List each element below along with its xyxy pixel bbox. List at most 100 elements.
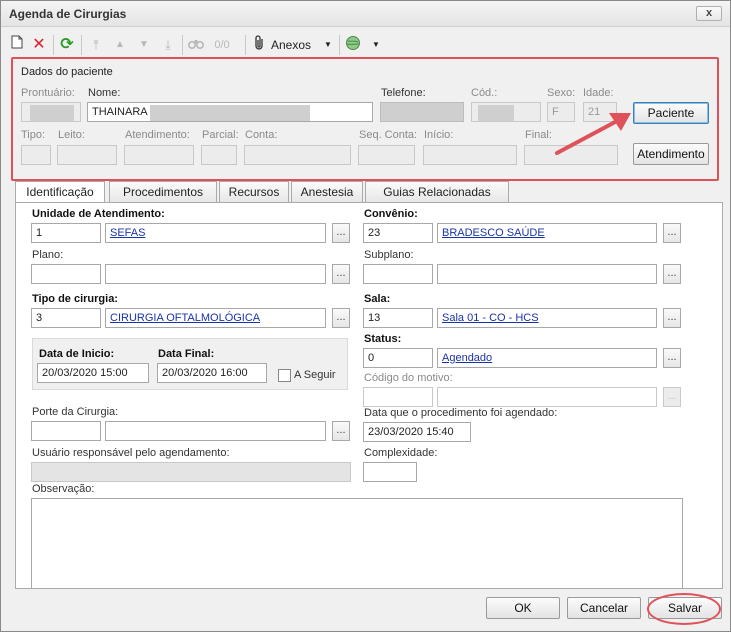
label-convenio: Convênio:	[364, 208, 418, 220]
unidade-name-link[interactable]: SEFAS	[110, 227, 145, 239]
atendimento-field[interactable]	[124, 145, 194, 165]
label-final: Final:	[525, 129, 552, 141]
label-complexidade: Complexidade:	[364, 447, 438, 459]
paciente-button[interactable]: Paciente	[633, 102, 709, 124]
nome-field[interactable]: THAINARA	[87, 102, 373, 122]
tipo-cirurgia-name-link[interactable]: CIRURGIA OFTALMOLÓGICA	[110, 312, 260, 324]
label-codigo-motivo: Código do motivo:	[364, 372, 453, 384]
dialog-window: Agenda de Cirurgias x ✕ ⟳ ⤒ ▲ ▼ ⤓ 0/0 An…	[0, 0, 731, 632]
a-seguir-checkbox[interactable]	[278, 369, 291, 382]
tab-recursos[interactable]: Recursos	[219, 181, 289, 203]
convenio-name-field[interactable]: BRADESCO SAÚDE	[437, 223, 657, 243]
atendimento-button[interactable]: Atendimento	[633, 143, 709, 165]
label-idade: Idade:	[583, 87, 614, 99]
toolbar-separator	[182, 35, 183, 55]
porte-code-field[interactable]	[31, 421, 101, 441]
label-plano: Plano:	[32, 249, 64, 261]
sala-name-link[interactable]: Sala 01 - CO - HCS	[442, 312, 539, 324]
close-button[interactable]: x	[696, 6, 722, 21]
prontuario-field[interactable]	[21, 102, 81, 122]
toolbar-separator	[53, 35, 54, 55]
paperclip-icon[interactable]	[251, 35, 269, 55]
chevron-down-icon[interactable]: ▼	[371, 35, 381, 55]
label-data-agendado: Data que o procedimento foi agendado:	[364, 407, 558, 419]
previous-record-icon[interactable]: ▲	[113, 35, 127, 55]
unidade-lookup-button[interactable]: ...	[332, 223, 350, 243]
tipo-cirurgia-code-field[interactable]: 3	[31, 308, 101, 328]
globe-icon[interactable]	[343, 35, 363, 55]
codigo-motivo-code-field[interactable]	[363, 387, 433, 407]
telefone-field[interactable]	[380, 102, 464, 122]
convenio-code-field[interactable]: 23	[363, 223, 433, 243]
label-sala: Sala:	[364, 293, 391, 305]
next-record-icon[interactable]: ▼	[137, 35, 151, 55]
nome-value: THAINARA	[92, 106, 148, 118]
cod-field[interactable]	[471, 102, 541, 122]
subplano-name-field[interactable]	[437, 264, 657, 284]
label-seq-conta: Seq. Conta:	[359, 129, 418, 141]
unidade-name-field[interactable]: SEFAS	[105, 223, 326, 243]
data-agendado-field[interactable]: 23/03/2020 15:40	[363, 422, 471, 442]
label-porte: Porte da Cirurgia:	[32, 406, 119, 418]
tab-guias-relacionadas[interactable]: Guias Relacionadas	[365, 181, 509, 203]
last-record-icon[interactable]: ⤓	[161, 35, 175, 55]
tab-identificacao[interactable]: Identificação	[15, 181, 105, 204]
unidade-code-field[interactable]: 1	[31, 223, 101, 243]
sala-lookup-button[interactable]: ...	[663, 308, 681, 328]
delete-icon[interactable]: ✕	[31, 35, 47, 55]
subplano-code-field[interactable]	[363, 264, 433, 284]
tab-anestesia[interactable]: Anestesia	[291, 181, 363, 203]
label-leito: Leito:	[58, 129, 85, 141]
plano-code-field[interactable]	[31, 264, 101, 284]
status-lookup-button[interactable]: ...	[663, 348, 681, 368]
subplano-lookup-button[interactable]: ...	[663, 264, 681, 284]
label-inicio: Início:	[424, 129, 454, 141]
binoculars-icon[interactable]	[187, 35, 205, 55]
convenio-lookup-button[interactable]: ...	[663, 223, 681, 243]
label-unidade: Unidade de Atendimento:	[32, 208, 165, 220]
ok-button[interactable]: OK	[486, 597, 560, 619]
plano-name-field[interactable]	[105, 264, 326, 284]
refresh-icon[interactable]: ⟳	[59, 35, 75, 55]
porte-lookup-button[interactable]: ...	[332, 421, 350, 441]
section-title-patient: Dados do paciente	[21, 66, 113, 78]
label-status: Status:	[364, 333, 402, 345]
label-subplano: Subplano:	[364, 249, 414, 261]
codigo-motivo-lookup-button[interactable]: ...	[663, 387, 681, 407]
status-name-link[interactable]: Agendado	[442, 352, 492, 364]
label-atendimento: Atendimento:	[125, 129, 190, 141]
chevron-down-icon[interactable]: ▼	[323, 35, 333, 55]
title-bar: Agenda de Cirurgias x	[1, 1, 730, 27]
status-code-field[interactable]: 0	[363, 348, 433, 368]
status-name-field[interactable]: Agendado	[437, 348, 657, 368]
tipo-cirurgia-name-field[interactable]: CIRURGIA OFTALMOLÓGICA	[105, 308, 326, 328]
first-record-icon[interactable]: ⤒	[89, 35, 103, 55]
tipo-field[interactable]	[21, 145, 51, 165]
data-inicio-field[interactable]: 20/03/2020 15:00	[37, 363, 149, 383]
attachments-button[interactable]: Anexos	[271, 35, 317, 55]
leito-field[interactable]	[57, 145, 117, 165]
label-data-final: Data Final:	[158, 348, 215, 360]
codigo-motivo-name-field[interactable]	[437, 387, 657, 407]
convenio-name-link[interactable]: BRADESCO SAÚDE	[442, 227, 545, 239]
label-data-inicio: Data de Inicio:	[39, 348, 115, 360]
cancelar-button[interactable]: Cancelar	[567, 597, 641, 619]
inicio-field[interactable]	[423, 145, 517, 165]
observacao-textarea[interactable]	[31, 498, 683, 588]
data-final-field[interactable]: 20/03/2020 16:00	[157, 363, 267, 383]
new-document-icon[interactable]	[9, 35, 25, 55]
toolbar-separator	[81, 35, 82, 55]
sala-code-field[interactable]: 13	[363, 308, 433, 328]
seq-conta-field[interactable]	[358, 145, 415, 165]
tab-procedimentos[interactable]: Procedimentos	[109, 181, 217, 203]
label-usuario: Usuário responsável pelo agendamento:	[32, 447, 230, 459]
complexidade-field[interactable]	[363, 462, 417, 482]
conta-field[interactable]	[244, 145, 351, 165]
porte-name-field[interactable]	[105, 421, 326, 441]
sala-name-field[interactable]: Sala 01 - CO - HCS	[437, 308, 657, 328]
plano-lookup-button[interactable]: ...	[332, 264, 350, 284]
label-cod: Cód.:	[471, 87, 498, 99]
annotation-circle	[647, 593, 721, 625]
parcial-field[interactable]	[201, 145, 237, 165]
tipo-cirurgia-lookup-button[interactable]: ...	[332, 308, 350, 328]
